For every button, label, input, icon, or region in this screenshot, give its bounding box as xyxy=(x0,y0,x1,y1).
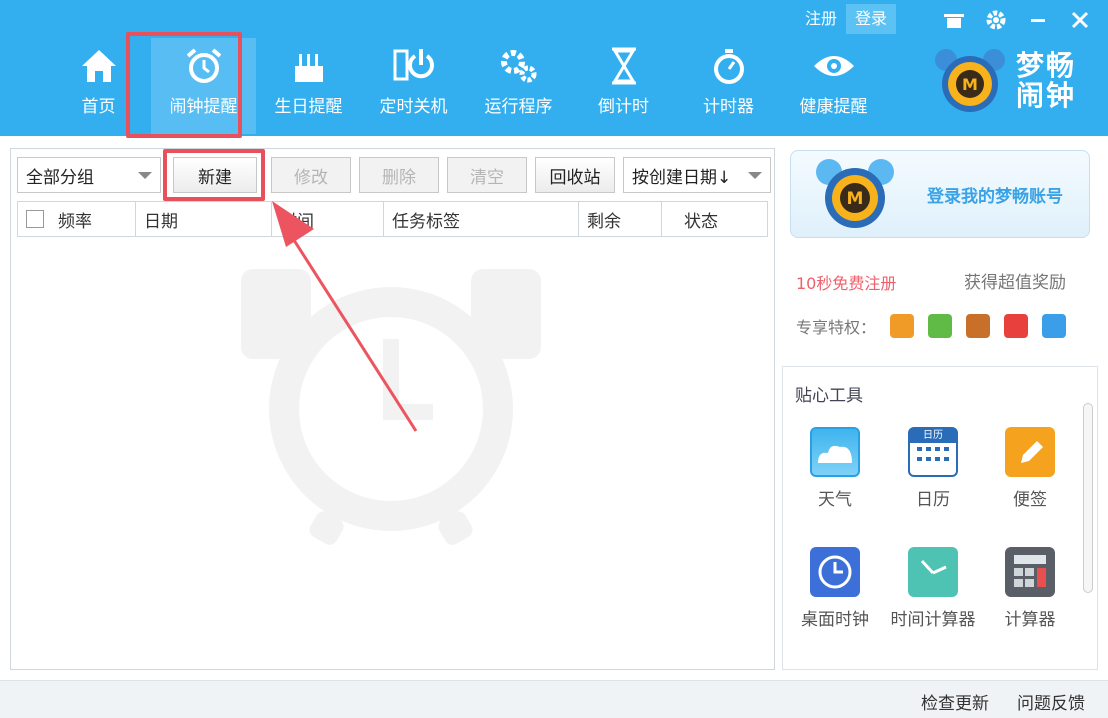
settings-gear-icon[interactable] xyxy=(982,6,1010,34)
login-link[interactable]: 登录 xyxy=(846,4,897,34)
calendar-icon-header: 日历 xyxy=(910,429,956,443)
tool-calendar[interactable]: 日历 日历 xyxy=(885,427,981,510)
home-icon xyxy=(77,44,121,88)
nav-label: 生日提醒 xyxy=(274,97,343,117)
account-links: 注册 登录 xyxy=(796,4,897,34)
check-update-link[interactable]: 检查更新 xyxy=(921,689,989,714)
privileges-row: 专享特权： xyxy=(796,314,1067,338)
nav-timer[interactable]: 计时器 xyxy=(676,38,781,134)
alarm-mascot-icon: M xyxy=(816,159,894,228)
select-all-checkbox[interactable] xyxy=(26,210,44,228)
column-label: 频率 xyxy=(58,211,92,232)
app-logo: M 梦畅 闹钟 xyxy=(932,46,1076,116)
tool-time-calculator[interactable]: 时间计算器 xyxy=(885,547,981,630)
weather-icon xyxy=(810,427,860,477)
time-calculator-icon xyxy=(908,547,958,597)
sort-select[interactable]: 按创建日期↓ xyxy=(623,157,771,193)
register-link[interactable]: 注册 xyxy=(796,4,846,34)
gift-box-icon[interactable] xyxy=(890,314,915,338)
calendar-icon: 日历 xyxy=(908,427,958,477)
login-account-card[interactable]: M 登录我的梦畅账号 xyxy=(790,150,1090,238)
gears-icon xyxy=(497,44,541,88)
brown-card-icon[interactable] xyxy=(966,314,991,338)
chevron-down-icon xyxy=(748,171,762,179)
tool-note[interactable]: 便签 xyxy=(982,427,1078,510)
nav-label: 计时器 xyxy=(703,97,754,117)
hourglass-icon xyxy=(602,44,646,88)
nav-label: 首页 xyxy=(81,97,116,117)
reward-text: 获得超值奖励 xyxy=(964,273,1066,293)
sort-select-value: 按创建日期↓ xyxy=(632,167,732,188)
tool-label: 天气 xyxy=(818,490,852,510)
tools-panel: 贴心工具 天气 日历 日历 便签 桌面时钟 时间计算器 计算器 xyxy=(782,366,1098,670)
column-frequency[interactable]: 频率 xyxy=(18,202,136,236)
logo-line1: 梦畅 xyxy=(1016,49,1077,82)
nav-shutdown[interactable]: 定时关机 xyxy=(361,38,466,134)
tool-label: 便签 xyxy=(1013,490,1047,510)
eye-icon xyxy=(812,44,856,88)
window-controls xyxy=(940,6,1094,34)
nav-label: 倒计时 xyxy=(598,97,649,117)
nav-label: 健康提醒 xyxy=(799,97,868,117)
column-label: 日期 xyxy=(144,211,178,232)
column-label: 状态 xyxy=(684,211,718,232)
alarm-mascot-icon: M xyxy=(935,49,1005,112)
group-select-value: 全部分组 xyxy=(26,167,94,188)
birthday-cake-icon xyxy=(287,44,331,88)
logo-line2: 闹钟 xyxy=(1016,79,1077,112)
tool-label: 计算器 xyxy=(1004,610,1056,630)
status-bar: 检查更新 问题反馈 xyxy=(0,680,1108,718)
power-icon xyxy=(392,44,436,88)
clear-button[interactable]: 清空 xyxy=(447,157,527,193)
note-pencil-icon xyxy=(1005,427,1055,477)
cloud-sync-icon[interactable] xyxy=(1042,314,1067,338)
column-label: 剩余 xyxy=(587,211,621,232)
calculator-icon xyxy=(1005,547,1055,597)
delete-button[interactable]: 删除 xyxy=(359,157,439,193)
green-leaf-icon[interactable] xyxy=(928,314,953,338)
nav-label: 运行程序 xyxy=(484,97,553,117)
nav-countdown[interactable]: 倒计时 xyxy=(571,38,676,134)
tools-scrollbar[interactable] xyxy=(1083,403,1093,593)
annotation-arrow xyxy=(272,201,418,432)
feedback-link[interactable]: 问题反馈 xyxy=(1017,689,1085,714)
close-icon[interactable] xyxy=(1066,6,1094,34)
nav-label: 定时关机 xyxy=(379,97,448,117)
minimize-icon[interactable] xyxy=(1024,6,1052,34)
chevron-down-icon xyxy=(138,171,152,179)
nav-run-program[interactable]: 运行程序 xyxy=(466,38,571,134)
list-toolbar: 全部分组 新建 修改 删除 清空 回收站 按创建日期↓ xyxy=(17,157,771,193)
tool-desktop-clock[interactable]: 桌面时钟 xyxy=(787,547,883,630)
desktop-clock-icon xyxy=(810,547,860,597)
alarm-tab-highlight xyxy=(126,32,242,138)
tool-calculator[interactable]: 计算器 xyxy=(982,547,1078,630)
new-button-highlight xyxy=(163,149,265,201)
tool-label: 日历 xyxy=(916,490,950,510)
nav-birthday[interactable]: 生日提醒 xyxy=(256,38,361,134)
present-icon[interactable] xyxy=(1004,314,1029,338)
privileges-label: 专享特权： xyxy=(796,318,877,337)
tools-title: 贴心工具 xyxy=(795,386,863,406)
column-date[interactable]: 日期 xyxy=(136,202,272,236)
logo-text: 梦畅 闹钟 xyxy=(1016,51,1076,111)
column-status[interactable]: 状态 xyxy=(662,202,767,236)
svg-text:M: M xyxy=(962,75,978,94)
title-bar: 注册 登录 首页 闹钟提醒 生日提醒 定时关机 运行程序 倒计时 计时器 健康提… xyxy=(0,0,1108,138)
svg-text:M: M xyxy=(847,189,864,209)
stopwatch-icon xyxy=(707,44,751,88)
group-select[interactable]: 全部分组 xyxy=(17,157,161,193)
tool-label: 时间计算器 xyxy=(890,610,976,630)
nav-health[interactable]: 健康提醒 xyxy=(781,38,886,134)
column-remaining[interactable]: 剩余 xyxy=(579,202,662,236)
edit-button[interactable]: 修改 xyxy=(271,157,351,193)
recycle-bin-button[interactable]: 回收站 xyxy=(535,157,615,193)
register-promo-link[interactable]: 10秒免费注册 xyxy=(796,270,896,294)
skin-icon[interactable] xyxy=(940,6,968,34)
tool-label: 桌面时钟 xyxy=(801,610,869,630)
login-prompt: 登录我的梦畅账号 xyxy=(927,186,1063,207)
tool-weather[interactable]: 天气 xyxy=(787,427,883,510)
